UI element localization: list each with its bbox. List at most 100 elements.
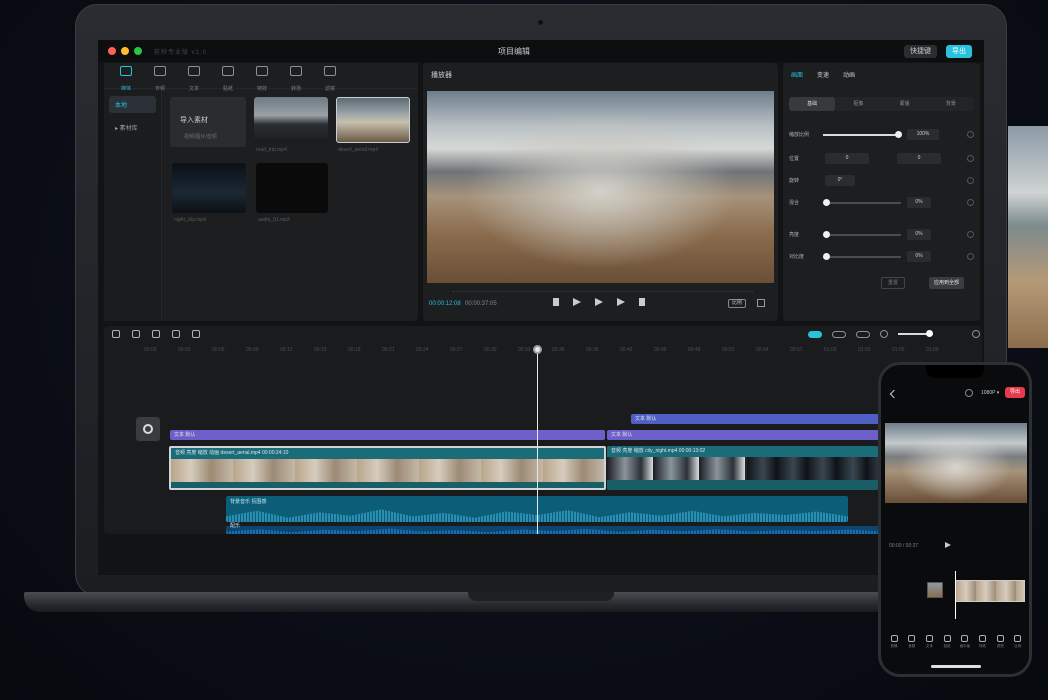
volume-icon[interactable]	[573, 298, 581, 306]
preview-scrubber[interactable]	[453, 291, 753, 297]
apply-to-all-button[interactable]: 应用到全部	[929, 277, 965, 289]
media-thumbnail-selected[interactable]	[336, 97, 410, 143]
resolution-selector[interactable]: 1080P ▾	[981, 390, 999, 396]
clip-frames	[747, 457, 878, 480]
reset-button[interactable]: 重置	[881, 277, 906, 289]
redo-icon[interactable]	[152, 330, 160, 338]
magnet-toggle[interactable]	[808, 330, 822, 338]
reset-icon[interactable]	[967, 131, 974, 138]
tab-audio[interactable]: 音频	[146, 66, 174, 92]
audio-thumbnail[interactable]	[256, 163, 328, 213]
brightness-value[interactable]: 0%	[907, 229, 931, 240]
reset-icon[interactable]	[967, 253, 974, 260]
back-icon[interactable]	[889, 389, 899, 399]
segment-basic[interactable]: 基础	[789, 97, 836, 111]
phone-tab-ratio[interactable]: 比例	[1011, 635, 1025, 649]
fullscreen-icon[interactable]	[757, 299, 765, 307]
timeline-ruler[interactable]: 00:00 00:03 00:06 00:09 00:12 00:15 00:18 00:21…	[144, 347, 982, 357]
phone-tab-edit[interactable]: 剪辑	[887, 635, 901, 649]
blend-value[interactable]: 0%	[907, 197, 931, 208]
scale-value[interactable]: 100%	[907, 129, 939, 140]
blend-slider-knob[interactable]	[823, 199, 830, 206]
segment-mask[interactable]: 蒙版	[882, 97, 928, 111]
reset-icon[interactable]	[967, 177, 974, 184]
playhead[interactable]	[533, 345, 542, 534]
reset-icon[interactable]	[967, 231, 974, 238]
blend-slider[interactable]	[823, 202, 901, 204]
phone-tab-filters[interactable]: 滤镜	[993, 635, 1007, 649]
video-clip[interactable]: 音频 亮度 缩放 city_night.mp4 00:00:13:02	[607, 446, 878, 490]
help-icon[interactable]	[965, 389, 973, 397]
segment-cutout[interactable]: 抠像	[835, 97, 881, 111]
brightness-slider-knob[interactable]	[823, 231, 830, 238]
phone-tab-text[interactable]: 文本	[922, 635, 936, 649]
audio-clip[interactable]	[226, 526, 882, 534]
timeline-zoom-slider[interactable]	[898, 330, 933, 337]
link-toggle[interactable]	[832, 330, 846, 338]
next-frame-icon[interactable]	[617, 298, 625, 306]
ruler-tick: 00:21	[382, 347, 395, 353]
tab-effects[interactable]: 特效	[248, 66, 276, 92]
zoom-knob[interactable]	[926, 330, 933, 337]
text-clip[interactable]: 文本 默认	[631, 414, 883, 424]
tab-transitions[interactable]: 转场	[282, 66, 310, 92]
export-button[interactable]: 导出	[946, 45, 972, 58]
phone-playhead[interactable]	[955, 571, 956, 619]
minimize-window-button[interactable]	[121, 47, 129, 55]
cover-button[interactable]	[136, 417, 160, 441]
tab-media[interactable]: 媒体	[112, 66, 140, 92]
segment-background[interactable]: 背景	[928, 97, 974, 111]
phone-tab-effects[interactable]: 特效	[976, 635, 990, 649]
loop-icon[interactable]	[639, 298, 645, 306]
tab-speed[interactable]: 变速	[817, 70, 829, 79]
phone-video-preview[interactable]	[885, 423, 1027, 503]
sidebar-item-local[interactable]: 本地	[109, 96, 156, 113]
delete-icon[interactable]	[172, 330, 180, 338]
import-media-tile[interactable]: 导入素材 视频/图片/音频	[170, 97, 246, 147]
contrast-value[interactable]: 0%	[907, 251, 931, 262]
phone-play-icon[interactable]	[945, 542, 951, 548]
select-tool-icon[interactable]	[112, 330, 120, 338]
play-icon[interactable]	[595, 298, 603, 306]
scale-slider-knob[interactable]	[895, 131, 902, 138]
phone-cover-thumbnail[interactable]	[927, 582, 943, 598]
reset-icon[interactable]	[967, 155, 974, 162]
close-window-button[interactable]	[108, 47, 116, 55]
tab-filters[interactable]: 滤镜	[316, 66, 344, 92]
tab-text[interactable]: 文本	[180, 66, 208, 92]
shortcut-button[interactable]: 快捷键	[904, 45, 937, 58]
contrast-slider[interactable]	[823, 256, 901, 258]
tab-picture[interactable]: 画面	[791, 70, 803, 79]
position-x-input[interactable]: 0	[825, 153, 869, 164]
reset-icon[interactable]	[967, 199, 974, 206]
split-icon[interactable]	[192, 330, 200, 338]
settings-icon[interactable]	[972, 330, 980, 338]
preview-axis-toggle[interactable]	[856, 330, 870, 338]
phone-export-button[interactable]: 导出	[1005, 387, 1025, 398]
phone-timeline-clip[interactable]	[955, 580, 1025, 602]
phone-tab-stickers[interactable]: 贴纸	[940, 635, 954, 649]
prev-frame-icon[interactable]	[553, 298, 559, 306]
tab-animation[interactable]: 动画	[843, 70, 855, 79]
media-thumbnail[interactable]	[172, 163, 246, 213]
brightness-slider[interactable]	[823, 234, 901, 236]
position-y-input[interactable]: 0	[897, 153, 941, 164]
media-thumbnail[interactable]	[254, 97, 328, 143]
contrast-slider-knob[interactable]	[823, 253, 830, 260]
phone-tab-pip[interactable]: 画中画	[958, 635, 972, 649]
thumbnail-label: night_city.mp4	[174, 217, 206, 223]
maximize-window-button[interactable]	[134, 47, 142, 55]
aspect-ratio-button[interactable]: 比例	[728, 299, 746, 308]
sidebar-item-library[interactable]: ▸ 素材库	[109, 119, 156, 136]
video-clip-selected[interactable]: 音频 亮度 缩放 动画 desert_aerial.mp4 00:00:24:1…	[169, 446, 606, 490]
rotation-input[interactable]: 0°	[825, 175, 855, 186]
video-preview[interactable]	[427, 91, 774, 283]
undo-icon[interactable]	[132, 330, 140, 338]
text-clip[interactable]: 文本 默认	[170, 430, 605, 440]
playhead-handle[interactable]	[533, 345, 542, 354]
tab-stickers[interactable]: 贴纸	[214, 66, 242, 92]
zoom-out-icon[interactable]	[880, 330, 888, 338]
text-clip[interactable]: 文本 默认	[607, 430, 882, 440]
inspector-segmented-control: 基础 抠像 蒙版 背景	[789, 97, 974, 111]
phone-tab-audio[interactable]: 音频	[905, 635, 919, 649]
